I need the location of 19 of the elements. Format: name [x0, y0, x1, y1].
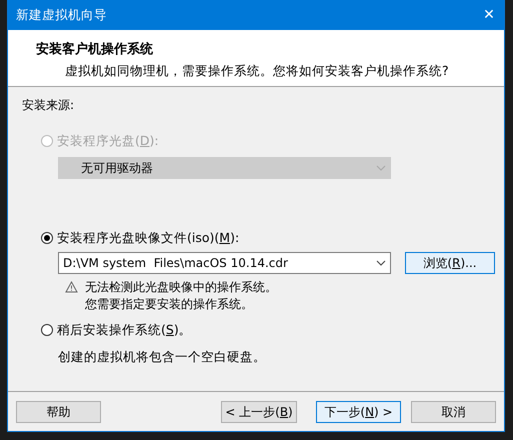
radio-option[interactable]: 安装程序光盘映像文件(iso)(M): — [41, 228, 240, 248]
wizard-button[interactable]: < 上一步(B) — [221, 400, 297, 422]
section-label: 安装来源: — [22, 97, 76, 114]
window-title: 新建虚拟机向导 — [16, 6, 107, 24]
wizard-button[interactable]: 取消 — [411, 400, 496, 422]
option-note: 创建的虚拟机将包含一个空白硬盘。 — [58, 348, 267, 366]
warning-text: 您需要指定要安装的操作系统。 — [85, 296, 254, 312]
browse-button[interactable]: 浏览(R)... — [405, 252, 495, 274]
page-heading: 安装客户机操作系统 — [36, 40, 154, 59]
dropdown-field[interactable]: D:\VM system Files\macOS 10.14.cdr — [58, 252, 391, 274]
warning-icon — [65, 280, 78, 292]
page-description: 虚拟机如同物理机，需要操作系统。您将如何安装客户机操作系统? — [65, 62, 450, 80]
radio-button[interactable] — [41, 324, 53, 336]
radio-option[interactable]: 稍后安装操作系统(S)。 — [41, 320, 192, 340]
close-button[interactable]: ✕ — [474, 0, 504, 30]
radio-button[interactable] — [41, 232, 53, 244]
wizard-button[interactable]: 帮助 — [16, 400, 101, 422]
wizard-button[interactable]: 下一步(N) > — [316, 400, 401, 422]
warning-text: 无法检测此光盘映像中的操作系统。 — [85, 278, 277, 296]
